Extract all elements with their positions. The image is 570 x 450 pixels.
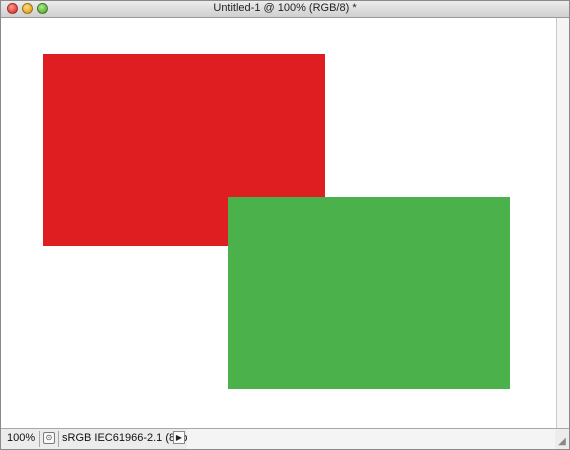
resize-grip-icon[interactable]: ◢ <box>556 436 568 448</box>
document-window: Untitled-1 @ 100% (RGB/8) * 100% ⊙ sRGB … <box>0 0 570 450</box>
status-menu-arrow-icon[interactable]: ▶ <box>173 431 185 444</box>
document-canvas[interactable] <box>1 18 555 428</box>
vertical-scrollbar[interactable] <box>556 18 569 428</box>
zoom-icon[interactable]: ⊙ <box>43 432 55 444</box>
window-title: Untitled-1 @ 100% (RGB/8) * <box>213 2 357 14</box>
green-rectangle[interactable] <box>228 197 510 389</box>
horizontal-scrollbar[interactable] <box>187 429 555 449</box>
status-bar: 100% ⊙ sRGB IEC61966-2.1 (8bpc) ▶ ◢ <box>1 428 569 449</box>
zoom-level[interactable]: 100% <box>7 432 37 444</box>
divider <box>58 431 59 447</box>
title-bar[interactable]: Untitled-1 @ 100% (RGB/8) * <box>1 1 569 18</box>
divider <box>39 431 40 447</box>
